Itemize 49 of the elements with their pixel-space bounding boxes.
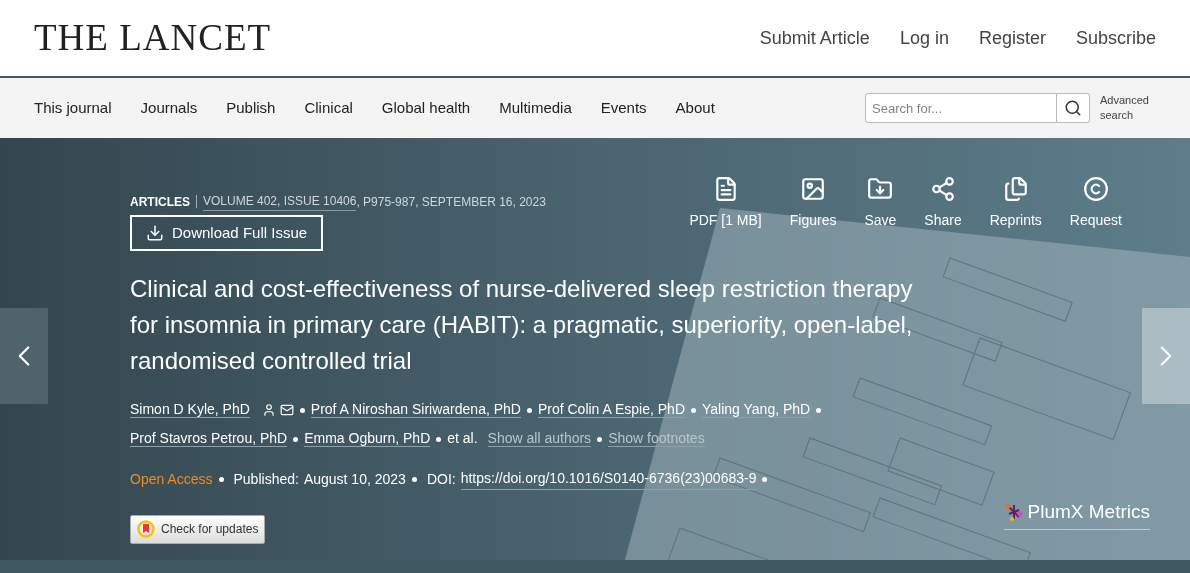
header-link[interactable]: Submit Article <box>759 24 870 52</box>
share-icon <box>930 176 956 202</box>
author-link[interactable]: Prof Colin A Espie, PhD <box>537 401 685 418</box>
search-field[interactable]: Search for... <box>865 93 1057 123</box>
article-tool-button[interactable]: Save <box>856 176 905 251</box>
article-title: Clinical and cost-effectiveness of nurse-delivered sleep restriction therapy for insomnia in primary care (HABIT): a pragmatic, superiority, open-label, randomised controlled trial <box>130 274 914 376</box>
person-icon[interactable] <box>261 403 276 418</box>
download-issue-button[interactable]: Download Full Issue <box>130 215 324 251</box>
figures-icon <box>800 176 827 202</box>
advanced-search-link[interactable]: Advanced search <box>1100 93 1156 123</box>
nav-item[interactable]: Events <box>600 96 647 120</box>
download-icon <box>146 224 164 242</box>
author-link[interactable]: Prof A Niroshan Siriwardena, PhD <box>310 401 521 418</box>
author-toggle-link[interactable]: Show all authors <box>487 430 592 447</box>
request-icon <box>1082 176 1109 202</box>
nav-item[interactable]: This journal <box>34 96 112 120</box>
doi-label: DOI: <box>426 469 456 489</box>
published-label: Published: <box>233 469 299 489</box>
reprints-icon <box>1002 176 1029 202</box>
author-link[interactable]: Simon D Kyle, PhD <box>130 401 250 418</box>
plumx-icon <box>1003 502 1024 523</box>
nav-item[interactable]: Publish <box>226 96 276 120</box>
save-icon <box>867 176 894 202</box>
nav-item[interactable]: Multimedia <box>499 96 572 120</box>
issue-details: , P975-987, SEPTEMBER 16, 2023 <box>356 193 546 211</box>
search-icon <box>1064 99 1082 117</box>
nav-item[interactable]: Journals <box>140 96 198 120</box>
check-updates-button[interactable]: Check for updates <box>130 514 266 544</box>
nav-item[interactable]: About <box>675 96 715 120</box>
published-date: August 10, 2023 <box>303 469 406 489</box>
doi-link[interactable]: https://doi.org/10.1016/S0140-6736(23)00683-9 <box>460 468 757 490</box>
nav-item[interactable]: Global health <box>381 96 471 120</box>
header-link[interactable]: Log in <box>899 24 949 52</box>
article-tool-button[interactable]: Reprints <box>981 176 1050 251</box>
header-link[interactable]: Subscribe <box>1075 24 1156 52</box>
search-button[interactable] <box>1057 93 1090 123</box>
et-al-text: et al. <box>447 430 478 446</box>
author-link[interactable]: Emma Ogburn, PhD <box>304 430 431 447</box>
article-type-label: ARTICLES <box>130 193 190 211</box>
article-tool-button[interactable]: Share <box>916 176 970 251</box>
header-link[interactable]: Register <box>978 24 1046 52</box>
nav-item[interactable]: Clinical <box>304 96 353 120</box>
author-link[interactable]: Prof Stavros Petrou, PhD <box>130 430 288 447</box>
open-access-label: Open Access <box>130 469 213 489</box>
article-tool-button[interactable]: Request <box>1061 176 1130 251</box>
bookmark-ring-icon <box>137 520 155 538</box>
mail-icon[interactable] <box>279 403 294 418</box>
site-logo[interactable]: THE LANCET <box>34 10 272 66</box>
author-toggle-link[interactable]: Show footnotes <box>608 430 705 447</box>
